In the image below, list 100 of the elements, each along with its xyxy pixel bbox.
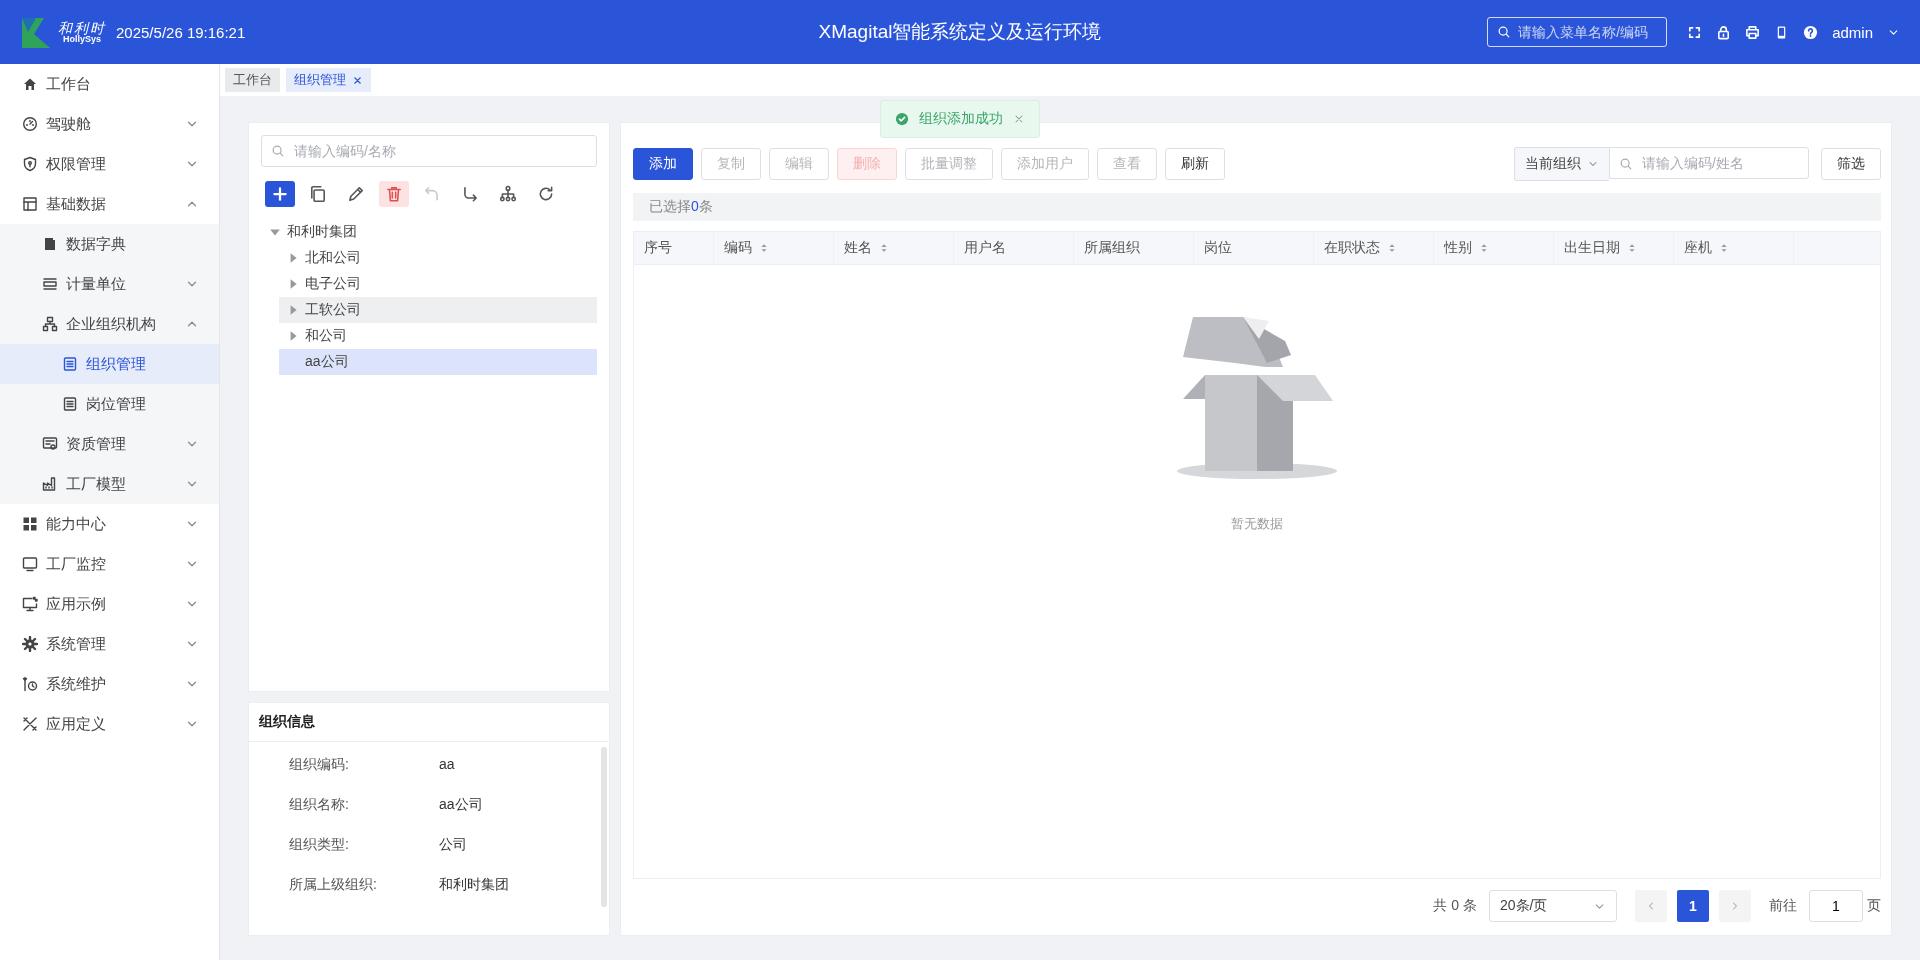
sidebar-item[interactable]: 数据字典 — [0, 224, 219, 264]
tree-node[interactable]: 和公司 — [279, 323, 597, 349]
filter-button[interactable]: 筛选 — [1821, 148, 1881, 180]
header-cell[interactable]: 在职状态 — [1314, 232, 1434, 264]
sidebar-item[interactable]: 基础数据 — [0, 184, 219, 224]
panel-title: 组织信息 — [249, 703, 609, 742]
sidebar-item[interactable]: 驾驶舱 — [0, 104, 219, 144]
sidebar-item[interactable]: 应用示例 — [0, 584, 219, 624]
header-cell[interactable]: 姓名 — [834, 232, 954, 264]
column-header: 所属组织 — [1084, 239, 1140, 257]
user-name[interactable]: admin — [1832, 23, 1873, 41]
search-icon — [1497, 25, 1512, 39]
goto-label: 前往 — [1769, 897, 1797, 915]
hierarchy-icon — [499, 185, 517, 203]
tree-node[interactable]: 工软公司 — [279, 297, 597, 323]
header-cell[interactable]: 编码 — [714, 232, 834, 264]
column-header: 岗位 — [1204, 239, 1232, 257]
field-label: 所属上级组织: — [289, 876, 378, 894]
scrollbar[interactable] — [601, 747, 607, 907]
sidebar-item[interactable]: 工作台 — [0, 64, 219, 104]
field-value: aa公司 — [439, 796, 483, 814]
page-input[interactable]: 1 — [1809, 890, 1863, 922]
monitor-icon — [22, 556, 38, 572]
trash-icon — [385, 185, 403, 203]
shield-icon — [22, 156, 38, 172]
column-header: 编码 — [724, 239, 752, 257]
date-time: 2025/5/26 19:16:21 — [116, 23, 246, 41]
redo-icon — [461, 185, 479, 203]
sidebar-item[interactable]: 权限管理 — [0, 144, 219, 184]
sidebar-item[interactable]: 系统维护 — [0, 664, 219, 704]
field-value: 和利时集团 — [439, 876, 509, 894]
desktop-icon — [22, 596, 38, 612]
refresh-icon — [537, 185, 555, 203]
page-size-select[interactable]: 20条/页 — [1489, 890, 1617, 922]
sidebar-item[interactable]: 计量单位 — [0, 264, 219, 304]
toast-message: 组织添加成功 — [919, 110, 1003, 128]
sidebar-item[interactable]: 能力中心 — [0, 504, 219, 544]
search-icon — [271, 144, 285, 158]
tree-node[interactable]: 和利时集团 — [261, 219, 597, 245]
field-label: 组织类型: — [289, 836, 350, 854]
sidebar-item[interactable]: 工厂模型 — [0, 464, 219, 504]
print-icon — [1745, 24, 1761, 40]
tree-node[interactable]: 北和公司 — [279, 245, 597, 271]
document-icon — [62, 396, 78, 412]
header-cell[interactable]: 出生日期 — [1554, 232, 1674, 264]
page-tab[interactable]: 组织管理 — [286, 68, 371, 92]
sidebar-item[interactable]: 工厂监控 — [0, 544, 219, 584]
toolbar-button[interactable]: 添加 — [633, 148, 693, 180]
wrench-clock-icon — [22, 676, 38, 692]
column-header: 性别 — [1444, 239, 1472, 257]
page-number[interactable]: 1 — [1677, 890, 1709, 922]
app-title: XMagital智能系统定义及运行环境 — [818, 21, 1102, 42]
column-header: 出生日期 — [1564, 239, 1620, 257]
certificate-icon — [42, 436, 58, 452]
sidebar-item[interactable]: 组织管理 — [0, 344, 219, 384]
lock-icon — [1716, 24, 1732, 40]
sidebar-item[interactable]: 应用定义 — [0, 704, 219, 744]
help-icon — [1803, 24, 1819, 40]
total-count: 共 0 条 — [1433, 897, 1477, 915]
user-search-field[interactable]: 请输入编码/姓名 — [1609, 147, 1809, 179]
sidebar-item[interactable]: 岗位管理 — [0, 384, 219, 424]
empty-message: 暂无数据 — [1231, 515, 1283, 533]
sidebar-item[interactable]: 系统管理 — [0, 624, 219, 664]
page-tab[interactable]: 工作台 — [225, 68, 280, 92]
home-icon — [22, 76, 38, 92]
pencil-icon — [347, 185, 365, 203]
column-header: 序号 — [644, 239, 672, 257]
sidebar-item[interactable]: 企业组织机构 — [0, 304, 219, 344]
toolbar-button[interactable]: 刷新 — [1165, 148, 1225, 180]
column-header: 座机 — [1684, 239, 1712, 257]
field-label: 组织编码: — [289, 756, 350, 774]
close-icon — [1013, 113, 1025, 125]
gauge-icon — [22, 116, 38, 132]
settings-icon — [22, 636, 38, 652]
scope-select[interactable]: 当前组织 — [1514, 147, 1609, 181]
header-cell[interactable]: 座机 — [1674, 232, 1794, 264]
menu-search-field[interactable]: 请输入菜单名称/编码 — [1487, 17, 1668, 47]
ruler-icon — [42, 276, 58, 292]
logo-text: HollySys — [63, 34, 101, 44]
column-header: 姓名 — [844, 239, 872, 257]
tree-node[interactable]: aa公司 — [279, 349, 597, 375]
copy-icon — [309, 185, 327, 203]
document-icon — [62, 356, 78, 372]
tools-icon — [22, 716, 38, 732]
close-icon — [352, 74, 363, 86]
plus-icon — [271, 185, 289, 203]
grid-icon — [22, 516, 38, 532]
field-value: aa — [439, 756, 455, 774]
selection-count: 已选择0条 — [649, 198, 713, 216]
field-label: 组织名称: — [289, 796, 350, 814]
delete-tool-button[interactable] — [379, 181, 409, 207]
sidebar-item[interactable]: 资质管理 — [0, 424, 219, 464]
header-cell[interactable]: 性别 — [1434, 232, 1554, 264]
success-icon — [895, 112, 909, 126]
field-value: 公司 — [439, 836, 467, 854]
factory-icon — [42, 476, 58, 492]
table-icon — [22, 196, 38, 212]
tree-search-field[interactable]: 请输入编码/名称 — [261, 135, 597, 167]
tree-node[interactable]: 电子公司 — [279, 271, 597, 297]
add-tool-button[interactable] — [265, 181, 295, 207]
